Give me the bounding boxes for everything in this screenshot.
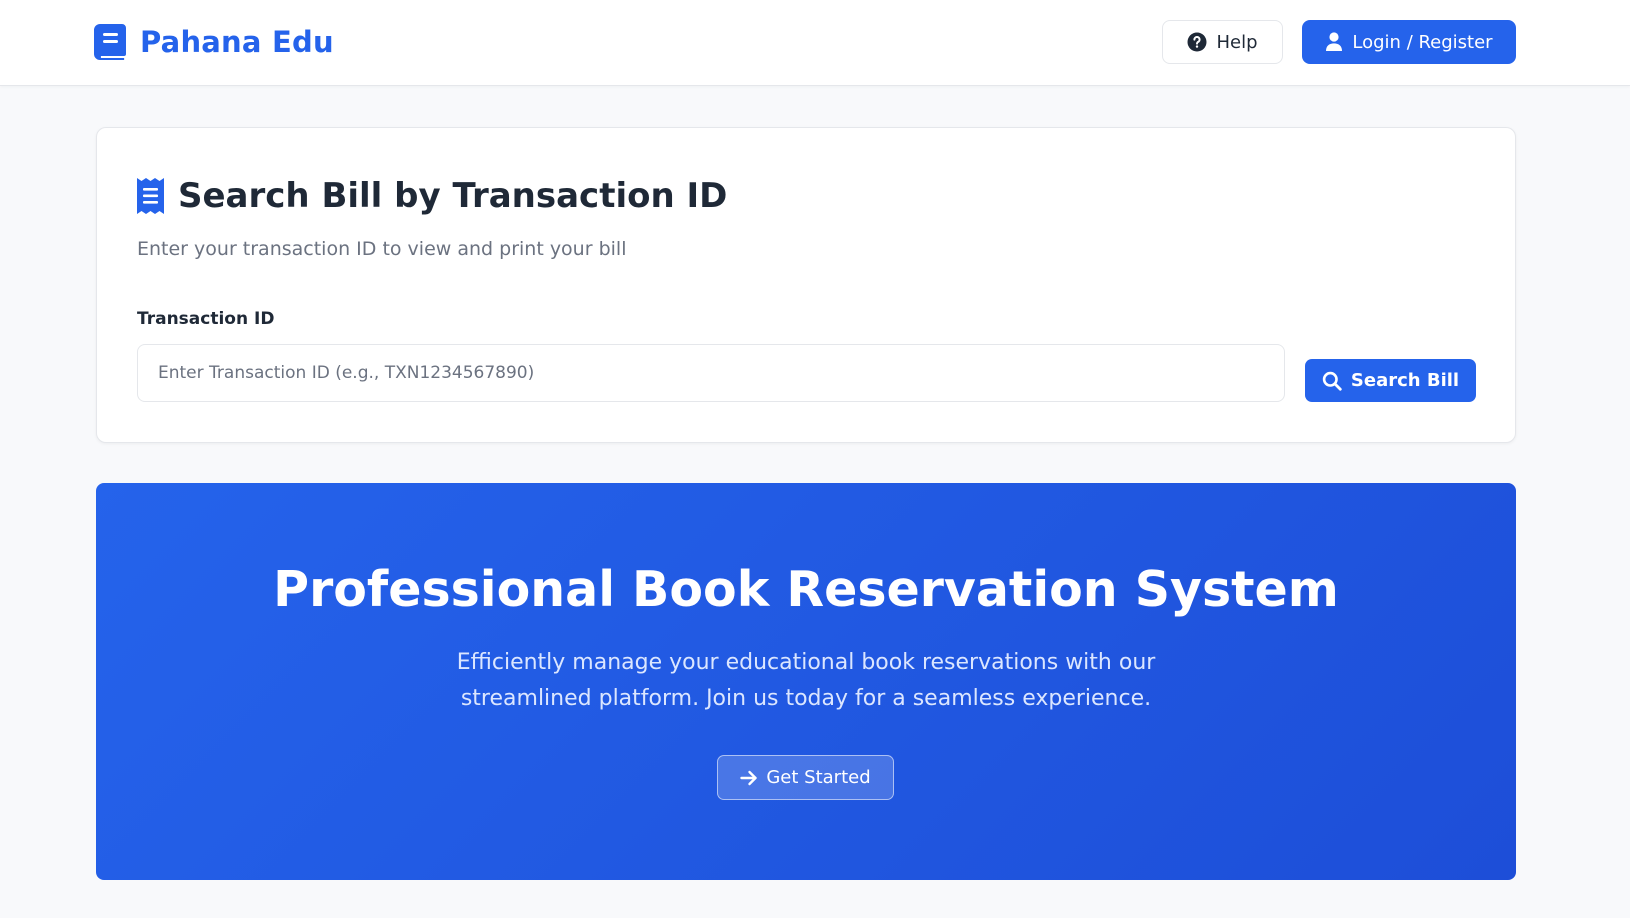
login-register-button[interactable]: Login / Register (1302, 20, 1516, 64)
arrow-right-icon (740, 770, 758, 785)
user-icon (1326, 32, 1343, 51)
get-started-label: Get Started (766, 767, 871, 788)
book-icon (94, 24, 126, 60)
login-register-label: Login / Register (1352, 31, 1493, 53)
card-subtitle: Enter your transaction ID to view and pr… (137, 238, 627, 260)
question-circle-icon (1187, 32, 1207, 52)
search-icon (1322, 371, 1342, 391)
card-title: Search Bill by Transaction ID (137, 173, 727, 219)
hero-banner: Professional Book Reservation System Eff… (96, 483, 1516, 880)
search-bill-button[interactable]: Search Bill (1305, 359, 1476, 402)
transaction-id-label: Transaction ID (137, 309, 275, 329)
search-bill-label: Search Bill (1350, 370, 1460, 391)
brand-logo[interactable]: Pahana Edu (94, 22, 334, 62)
help-label: Help (1216, 31, 1258, 53)
top-navbar: Pahana Edu Help Login / Register (0, 0, 1630, 86)
help-button[interactable]: Help (1162, 20, 1283, 64)
transaction-id-input[interactable] (137, 344, 1285, 402)
search-bill-card: Search Bill by Transaction ID Enter your… (96, 127, 1516, 443)
brand-name: Pahana Edu (140, 25, 334, 59)
get-started-button[interactable]: Get Started (717, 755, 894, 800)
receipt-icon (137, 178, 164, 214)
hero-description: Efficiently manage your educational book… (456, 650, 1156, 711)
card-title-text: Search Bill by Transaction ID (178, 176, 728, 216)
hero-title: Professional Book Reservation System (273, 561, 1339, 618)
